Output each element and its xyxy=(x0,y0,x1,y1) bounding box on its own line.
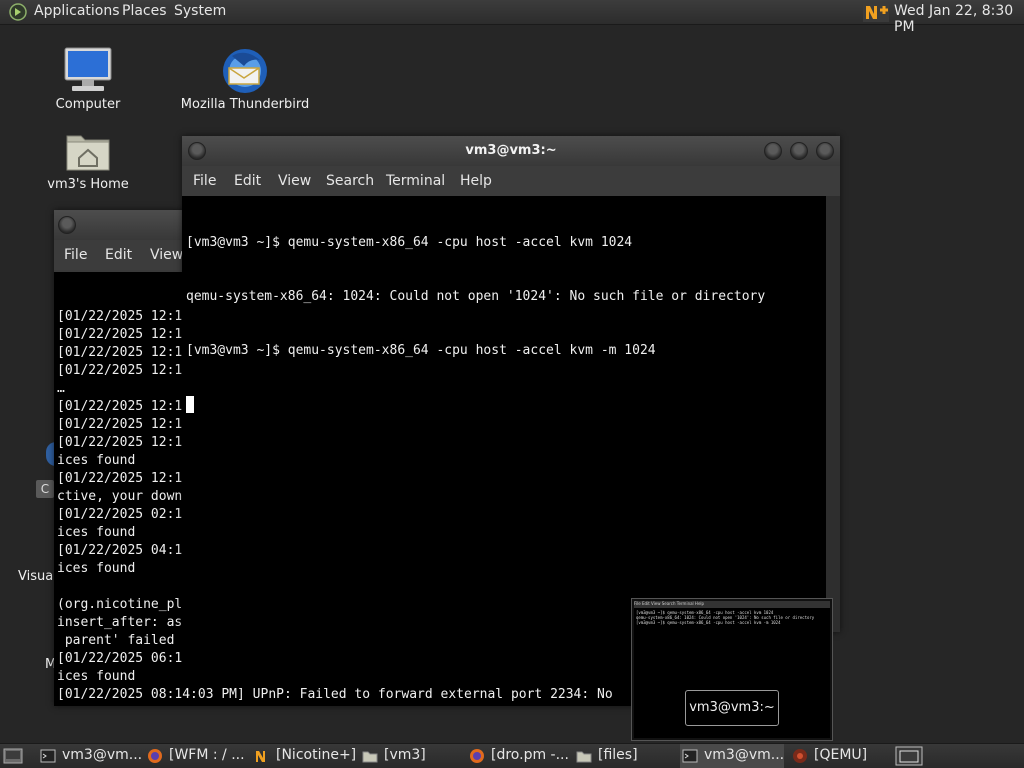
menu-terminal[interactable]: Terminal xyxy=(386,173,445,189)
firefox-icon xyxy=(470,749,484,763)
qemu-icon xyxy=(793,749,807,763)
taskbar-item[interactable]: vm3@vm... xyxy=(680,744,784,768)
terminal-output[interactable]: [vm3@vm3 ~]$ qemu-system-x86_64 -cpu hos… xyxy=(182,196,828,634)
c-desktop-label: C xyxy=(40,482,50,496)
terminal-line: [vm3@vm3 ~]$ qemu-system-x86_64 -cpu hos… xyxy=(186,343,656,358)
taskbar-item-label: [WFM : / ... xyxy=(169,747,245,763)
top-panel: Applications Places System Wed Jan 22, 8… xyxy=(0,0,1024,35)
visual-desktop-label[interactable]: Visual xyxy=(18,569,57,584)
taskbar-item-label: vm3@vm... xyxy=(62,747,142,763)
preview-mini-text: [vm3@vm3 ~]$ qemu-system-x86_64 -cpu hos… xyxy=(636,610,814,625)
menu-help[interactable]: Help xyxy=(460,173,492,189)
preview-mini-menubar: File Edit View Search Terminal Help xyxy=(634,601,830,608)
back-window-menu-button[interactable] xyxy=(58,216,76,234)
taskbar-item[interactable]: [dro.pm -... xyxy=(467,744,571,768)
front-window-menubar: File Edit View Search Terminal Help xyxy=(182,166,840,196)
taskbar-item-label: [Nicotine+] xyxy=(276,747,356,763)
thunderbird-icon xyxy=(223,49,267,93)
back-terminal-line: [01/22/2025 08:14:03 PM] UPnP: Failed to… xyxy=(57,687,613,702)
preview-mini-line: [vm3@vm3 ~]$ qemu-system-x86_64 -cpu hos… xyxy=(636,620,781,625)
terminal-icon xyxy=(682,749,698,763)
window-title: vm3@vm3:~ xyxy=(465,143,557,158)
taskbar-item[interactable]: [QEMU] xyxy=(790,744,890,768)
firefox-icon xyxy=(148,749,162,763)
back-menu-edit[interactable]: Edit xyxy=(105,247,132,263)
home-desktop-icon[interactable]: vm3's Home xyxy=(40,126,136,198)
maximize-button[interactable] xyxy=(790,142,808,160)
c-desktop-icon[interactable]: C xyxy=(36,480,54,498)
distro-logo-icon[interactable] xyxy=(9,3,27,21)
home-label: vm3's Home xyxy=(47,177,129,192)
home-folder-icon xyxy=(66,135,110,171)
taskbar-item-label: vm3@vm... xyxy=(704,747,784,763)
computer-icon xyxy=(64,47,112,91)
folder-icon xyxy=(576,751,592,763)
taskbar-item[interactable]: [vm3] xyxy=(360,744,464,768)
workspace-switcher-icon[interactable] xyxy=(895,746,923,766)
nicotine-tray-icon[interactable] xyxy=(863,2,889,22)
show-desktop-icon[interactable] xyxy=(3,748,23,764)
close-button[interactable] xyxy=(816,142,834,160)
back-menu-file[interactable]: File xyxy=(64,247,87,263)
taskbar-item[interactable]: [files] xyxy=(574,744,678,768)
terminal-line: qemu-system-x86_64: 1024: Could not open… xyxy=(186,289,766,304)
terminal-line: [vm3@vm3 ~]$ qemu-system-x86_64 -cpu hos… xyxy=(186,235,633,250)
nicotine-icon xyxy=(256,751,265,762)
bottom-panel: vm3@vm... [WFM : / ... [Nicotine+] [vm3] [dr… xyxy=(0,743,1024,768)
applications-menu[interactable]: Applications xyxy=(34,3,120,19)
back-terminal-line: ices found xyxy=(57,669,136,684)
front-window-titlebar[interactable]: vm3@vm3:~ xyxy=(182,136,840,166)
computer-label: Computer xyxy=(55,97,121,112)
front-terminal-window[interactable]: vm3@vm3:~ File Edit View Search Terminal… xyxy=(182,136,840,634)
computer-desktop-icon[interactable]: Computer xyxy=(40,44,136,116)
system-menu[interactable]: System xyxy=(174,3,226,19)
back-terminal-line: parent' failed xyxy=(57,633,175,648)
menu-file[interactable]: File xyxy=(193,173,216,189)
back-menu-view[interactable]: View xyxy=(150,247,183,263)
thunderbird-label: Mozilla Thunderbird xyxy=(180,97,310,112)
taskbar-item-label: [dro.pm -... xyxy=(491,747,569,763)
back-terminal-line: [01/22/2025 06:1 xyxy=(57,651,183,666)
clock[interactable]: Wed Jan 22, 8:30 PM xyxy=(894,3,1024,35)
taskbar-item-label: [vm3] xyxy=(384,747,426,763)
thunderbird-desktop-icon[interactable]: Mozilla Thunderbird xyxy=(180,44,310,116)
taskbar-item-label: [QEMU] xyxy=(814,747,868,763)
back-terminal-line: ices found xyxy=(57,704,707,706)
menu-search[interactable]: Search xyxy=(326,173,374,189)
terminal-cursor-line xyxy=(186,396,828,414)
taskbar-item[interactable]: [WFM : / ... xyxy=(145,744,249,768)
preview-title-label: vm3@vm3:~ xyxy=(685,690,779,726)
taskbar-item-label: [files] xyxy=(598,747,638,763)
terminal-icon xyxy=(40,749,56,763)
menu-edit[interactable]: Edit xyxy=(234,173,261,189)
terminal-cursor xyxy=(186,396,194,413)
taskbar-item[interactable]: vm3@vm... xyxy=(38,744,142,768)
taskbar-item[interactable]: [Nicotine+] xyxy=(252,744,356,768)
places-menu[interactable]: Places xyxy=(122,3,167,19)
terminal-scrollbar[interactable] xyxy=(826,196,840,632)
minimize-button[interactable] xyxy=(764,142,782,160)
window-preview-popup[interactable]: File Edit View Search Terminal Help [vm3… xyxy=(631,598,833,741)
menu-view[interactable]: View xyxy=(278,173,311,189)
folder-icon xyxy=(362,751,378,763)
